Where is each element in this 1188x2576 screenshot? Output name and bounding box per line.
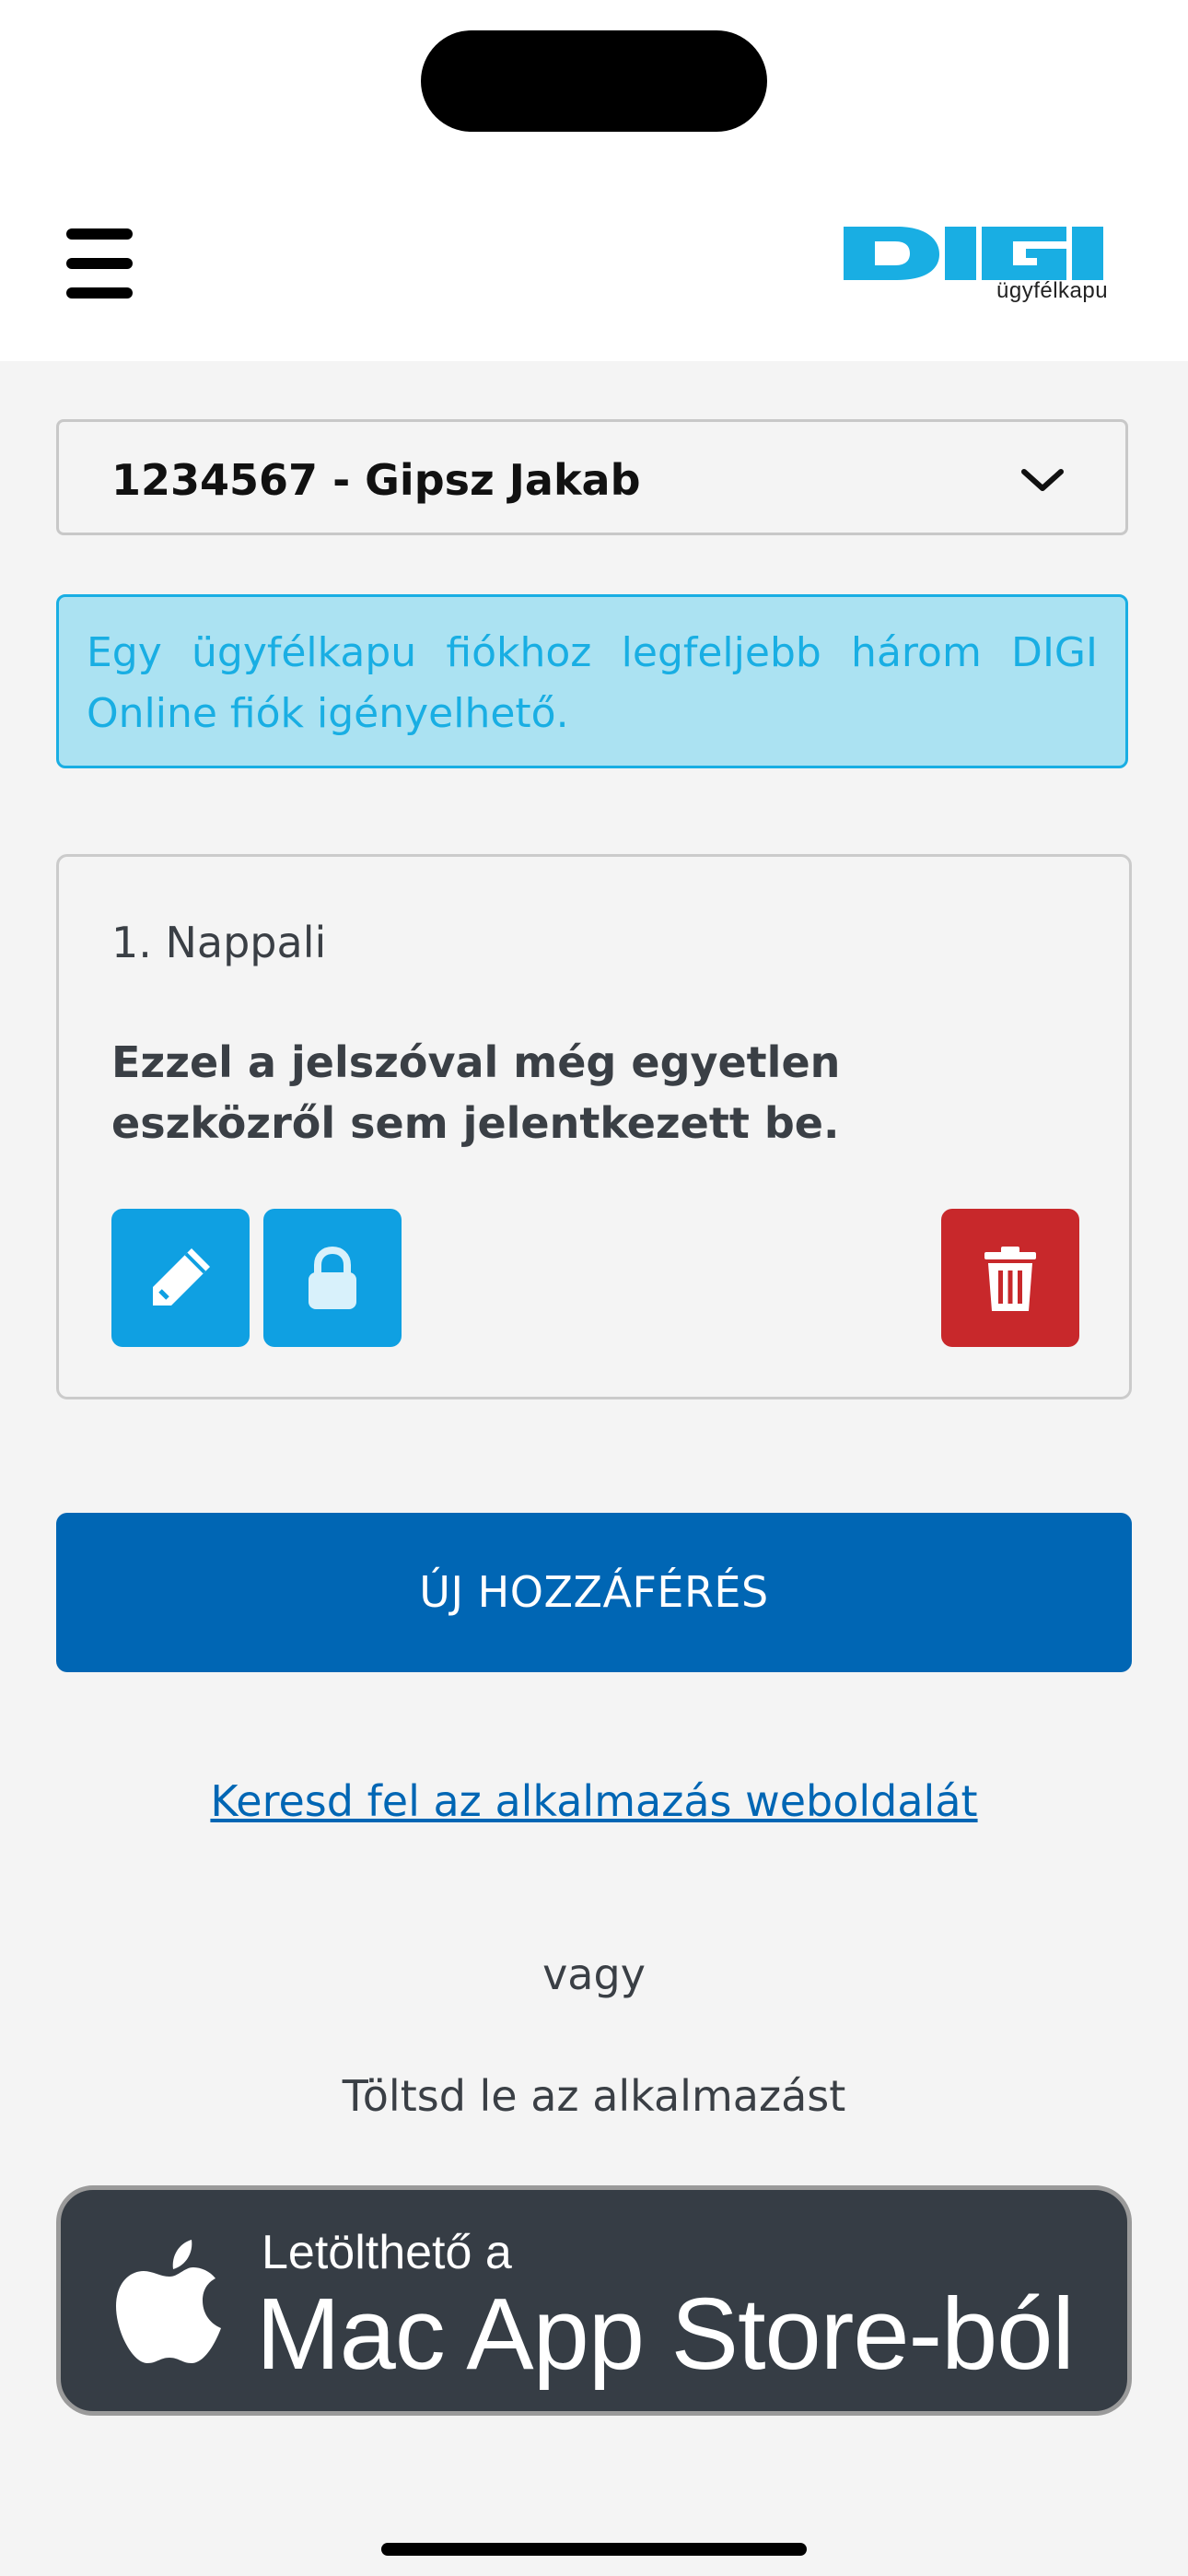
website-link[interactable]: Keresd fel az alkalmazás weboldalát — [0, 1776, 1188, 1826]
store-badge-big-text: Mac App Store-ból — [256, 2277, 1075, 2391]
pencil-icon — [153, 1248, 210, 1306]
dynamic-island — [421, 30, 767, 132]
menu-icon[interactable] — [66, 228, 133, 299]
app-store-badge[interactable]: Letölthető a Mac App Store-ból — [56, 2185, 1132, 2416]
edit-button[interactable] — [111, 1209, 250, 1347]
download-prompt: Töltsd le az alkalmazást — [342, 2071, 846, 2121]
home-indicator — [381, 2543, 807, 2556]
trash-icon — [984, 1247, 1036, 1311]
store-badge-small-text: Letölthető a — [262, 2226, 512, 2279]
app-header: ügyfélkapu — [0, 175, 1188, 361]
device-title: 1. Nappali — [111, 918, 327, 967]
apple-icon — [116, 2240, 221, 2363]
device-card: 1. Nappali Ezzel a jelszóval még egyetle… — [56, 854, 1132, 1399]
new-access-button[interactable]: ÚJ HOZZÁFÉRÉS — [56, 1513, 1132, 1672]
status-bar — [0, 0, 1188, 175]
logo-subtitle: ügyfélkapu — [996, 278, 1109, 303]
chevron-down-icon — [1021, 469, 1064, 491]
lock-icon — [309, 1246, 356, 1309]
info-alert: Egy ügyfélkapu fiókhoz legfeljebb három … — [56, 594, 1128, 768]
or-text: vagy — [542, 1950, 646, 1999]
account-select-value: 1234567 - Gipsz Jakab — [111, 455, 641, 505]
account-select[interactable]: 1234567 - Gipsz Jakab — [56, 419, 1128, 535]
lock-button[interactable] — [263, 1209, 402, 1347]
device-description: Ezzel a jelszóval még egyetlen eszközről… — [111, 1037, 841, 1148]
delete-button[interactable] — [941, 1209, 1079, 1347]
